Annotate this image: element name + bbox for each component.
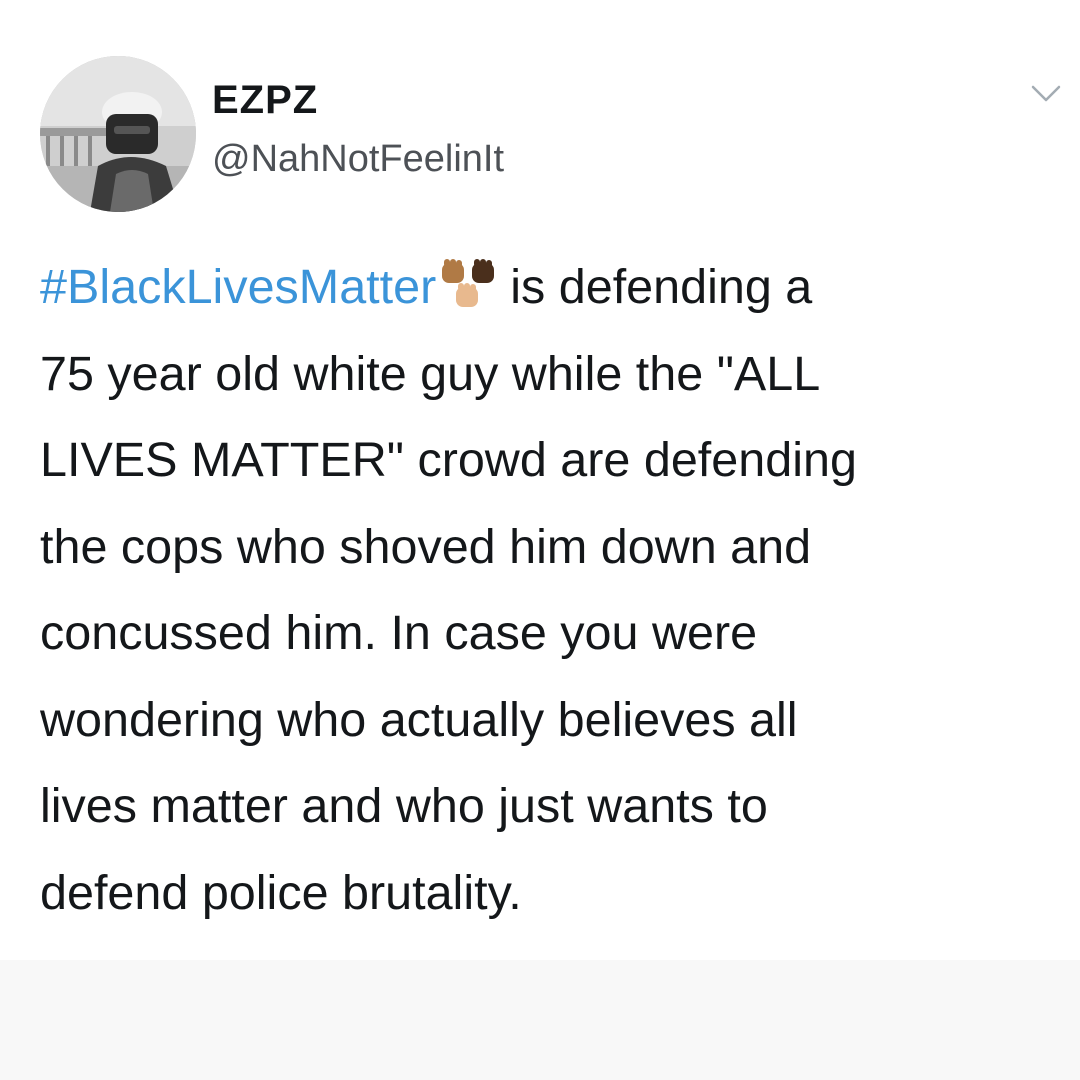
user-handle[interactable]: @NahNotFeelinIt [212, 136, 504, 182]
raised-fists-emoji-icon [440, 259, 502, 311]
tweet-line-text: is defending a [510, 260, 813, 314]
tweet-text: #BlackLivesMatter is defending a 75 year… [40, 244, 1050, 936]
display-name[interactable]: EZPZ [212, 76, 318, 124]
tweet-line-5: concussed him. In case you were [40, 606, 758, 660]
tweet-line-4: the cops who shoved him down and [40, 519, 812, 574]
tweet-line-7: lives matter and who just wants to [40, 779, 768, 833]
tweet-line-8: defend police brutality. [40, 865, 522, 920]
tweet-card: EZPZ @NahNotFeelinIt #BlackLivesMatter i… [0, 0, 1080, 960]
tweet-line-3: LIVES MATTER" crowd are defending [40, 433, 857, 487]
hashtag-link[interactable]: #BlackLivesMatter [40, 260, 436, 314]
user-avatar[interactable] [40, 56, 196, 212]
tweet-line-1: #BlackLivesMatter is defending a [40, 244, 1050, 331]
tweet-line-2: 75 year old white guy while the "ALL [40, 346, 821, 401]
tweet-line-6: wondering who actually believes all [40, 692, 798, 747]
avatar-photo [40, 56, 196, 212]
bottom-strip [0, 960, 1080, 1080]
chevron-down-icon[interactable] [1030, 82, 1062, 106]
